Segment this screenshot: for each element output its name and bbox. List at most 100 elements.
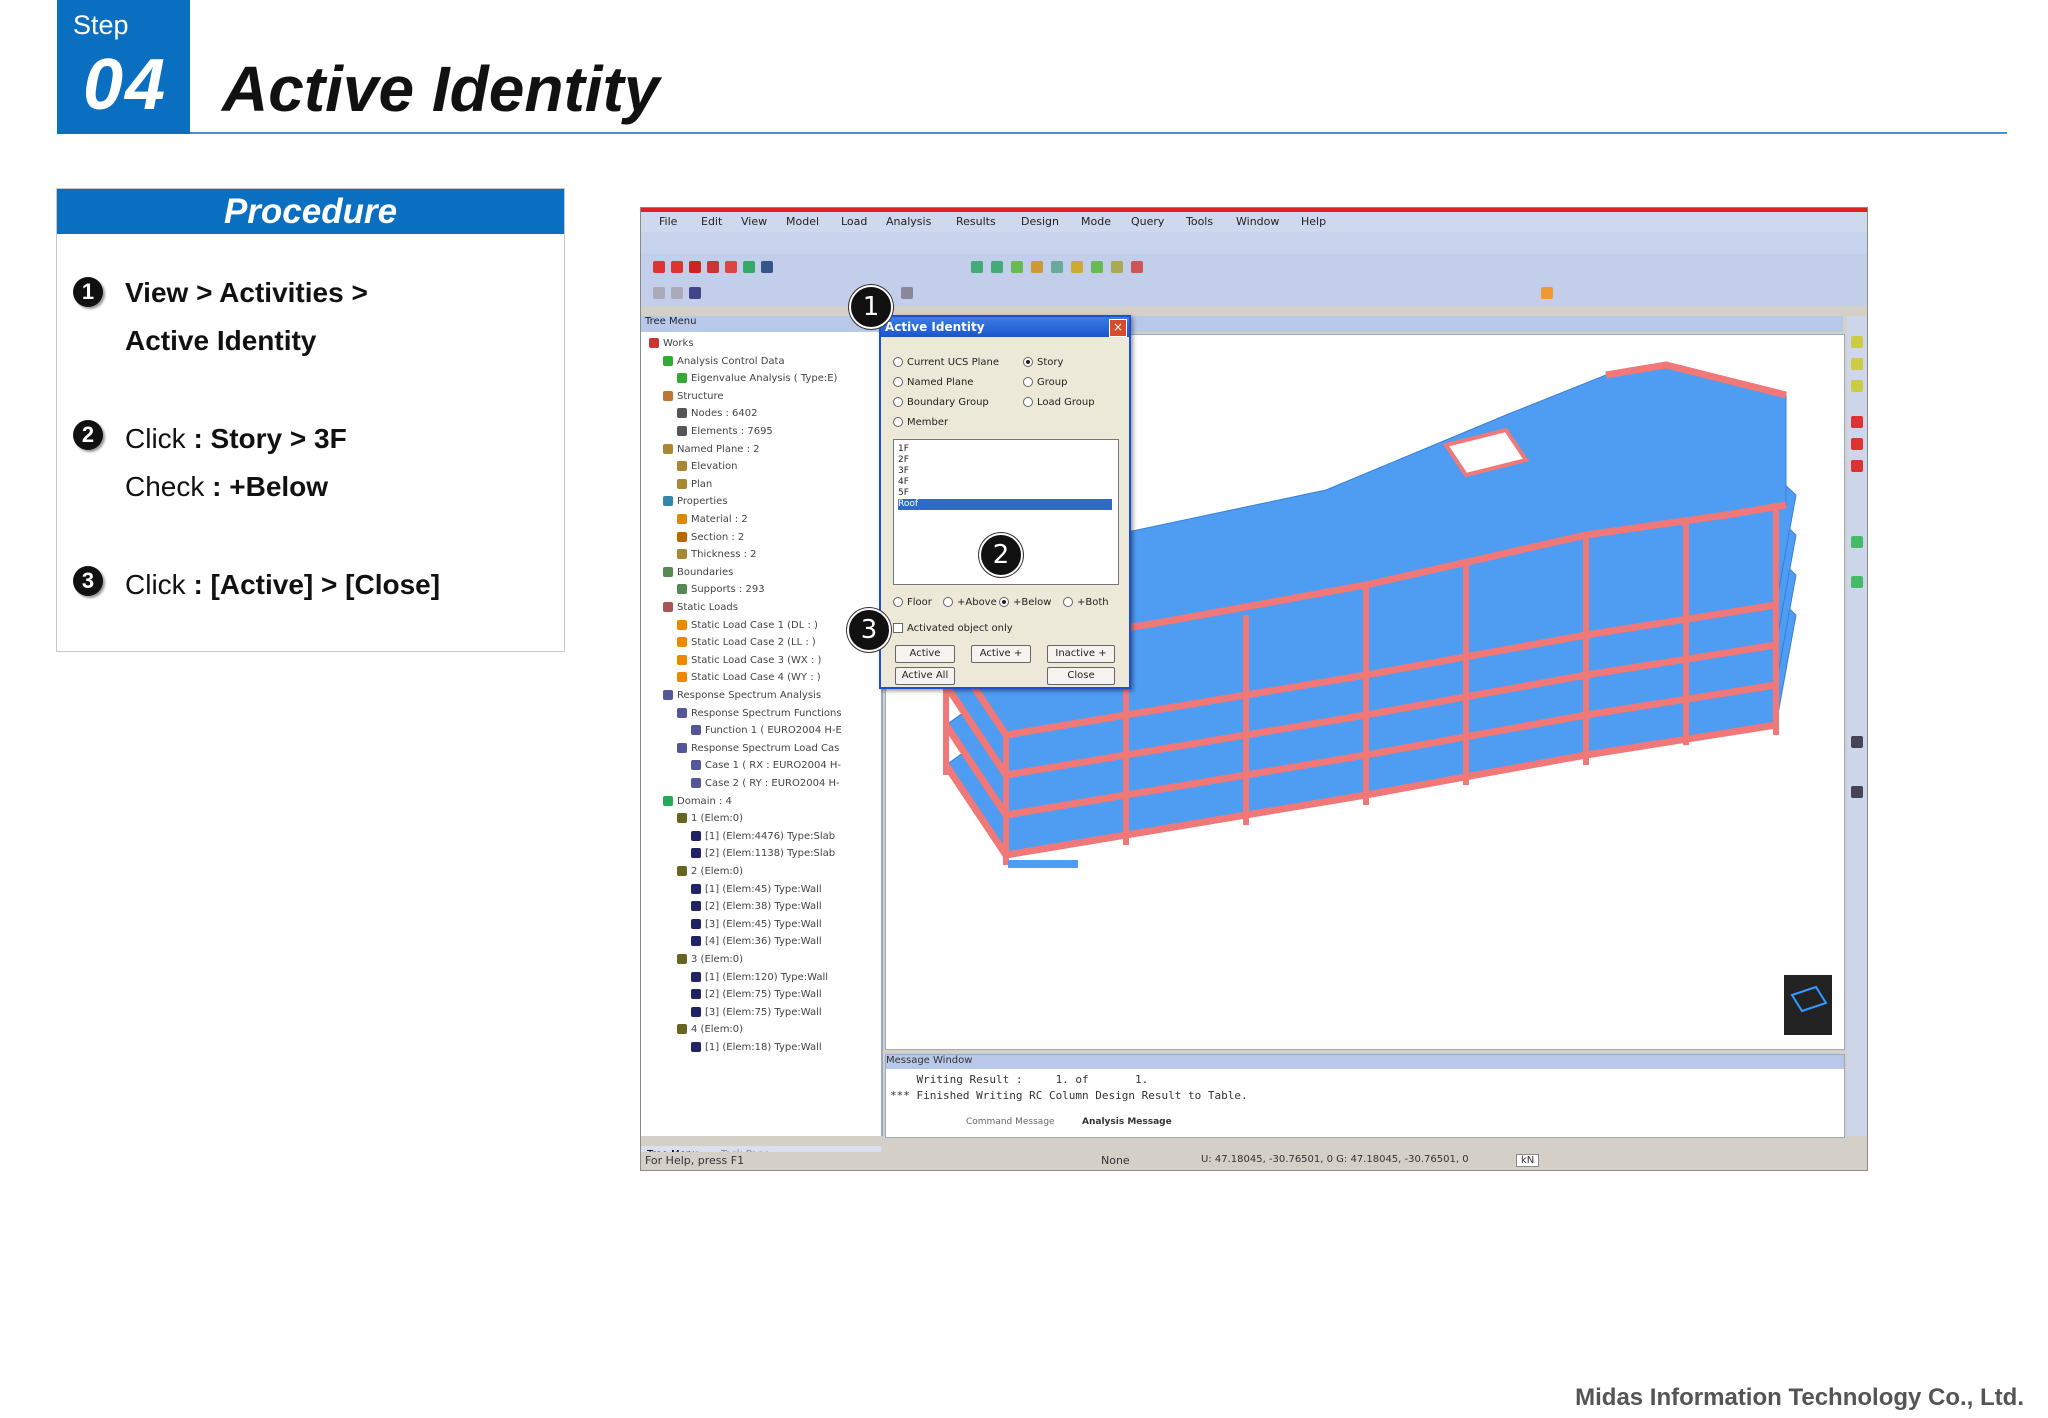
tree-item[interactable]: Elements : 7695	[641, 424, 773, 440]
tree-item[interactable]: Section : 2	[641, 530, 744, 546]
tree-item[interactable]: Function 1 ( EURO2004 H-E	[641, 723, 842, 739]
unit-select[interactable]: kN	[1516, 1154, 1540, 1167]
radio-story[interactable]: Story	[1023, 357, 1063, 368]
menu-help[interactable]: Help	[1301, 215, 1326, 228]
menu-design[interactable]: Design	[1021, 215, 1059, 228]
tree-item[interactable]: [4] (Elem:36) Type:Wall	[641, 934, 822, 950]
radio-both[interactable]: +Both	[1063, 597, 1109, 608]
menu-model[interactable]: Model	[786, 215, 819, 228]
active-plus-button[interactable]: Active +	[971, 645, 1031, 663]
toolbar-icon[interactable]	[901, 287, 913, 299]
toolbar-icon[interactable]	[1851, 380, 1863, 392]
radio-current-ucs-plane[interactable]: Current UCS Plane	[893, 357, 999, 368]
radio-boundary-group[interactable]: Boundary Group	[893, 397, 989, 408]
toolbar-icon[interactable]	[1031, 261, 1043, 273]
menu-mode[interactable]: Mode	[1081, 215, 1111, 228]
tree-item[interactable]: Properties	[641, 494, 728, 510]
menu-view[interactable]: View	[741, 215, 767, 228]
menu-analysis[interactable]: Analysis	[886, 215, 931, 228]
tree-item[interactable]: Static Load Case 4 (WY : )	[641, 670, 821, 686]
active-all-button[interactable]: Active All	[895, 667, 955, 685]
tree-item[interactable]: Domain : 4	[641, 794, 732, 810]
toolbar-icon[interactable]	[991, 261, 1003, 273]
toolbar-icon[interactable]	[1851, 736, 1863, 748]
tree-item[interactable]: [2] (Elem:38) Type:Wall	[641, 899, 822, 915]
toolbar-icon[interactable]	[653, 261, 665, 273]
view-cube[interactable]	[1784, 975, 1832, 1035]
dialog-close-icon[interactable]: ×	[1109, 319, 1127, 337]
tree-item[interactable]: Static Load Case 1 (DL : )	[641, 618, 818, 634]
toolbar-icon[interactable]	[971, 261, 983, 273]
tree-item[interactable]: Thickness : 2	[641, 547, 757, 563]
tree-item[interactable]: [1] (Elem:18) Type:Wall	[641, 1040, 822, 1056]
menu-query[interactable]: Query	[1131, 215, 1164, 228]
tree-item[interactable]: [2] (Elem:1138) Type:Slab	[641, 846, 835, 862]
story-item[interactable]: 3F	[898, 466, 1112, 477]
toolbar-icon[interactable]	[1851, 416, 1863, 428]
close-button[interactable]: Close	[1047, 667, 1115, 685]
tree-item[interactable]: [3] (Elem:75) Type:Wall	[641, 1005, 822, 1021]
tree-item[interactable]: [1] (Elem:45) Type:Wall	[641, 882, 822, 898]
toolbar-icon[interactable]	[1851, 358, 1863, 370]
toolbar-icon[interactable]	[725, 261, 737, 273]
radio-named-plane[interactable]: Named Plane	[893, 377, 973, 388]
tree-item[interactable]: Response Spectrum Functions	[641, 706, 842, 722]
tree-item[interactable]: [2] (Elem:75) Type:Wall	[641, 987, 822, 1003]
toolbar-icon[interactable]	[1851, 536, 1863, 548]
toolbar-icon[interactable]	[1071, 261, 1083, 273]
tree-item[interactable]: 4 (Elem:0)	[641, 1022, 743, 1038]
menu-edit[interactable]: Edit	[701, 215, 722, 228]
tree-item[interactable]: Static Load Case 2 (LL : )	[641, 635, 816, 651]
toolbar-icon[interactable]	[1111, 261, 1123, 273]
radio-member[interactable]: Member	[893, 417, 948, 428]
tree-item[interactable]: [3] (Elem:45) Type:Wall	[641, 917, 822, 933]
toolbar-icon[interactable]	[1851, 460, 1863, 472]
tree-item[interactable]: 3 (Elem:0)	[641, 952, 743, 968]
story-item[interactable]: 2F	[898, 455, 1112, 466]
tree-item[interactable]: [1] (Elem:4476) Type:Slab	[641, 829, 835, 845]
toolbar-icon[interactable]	[689, 261, 701, 273]
tree-item[interactable]: Works	[641, 336, 694, 352]
toolbar-icon[interactable]	[1851, 336, 1863, 348]
active-button[interactable]: Active	[895, 645, 955, 663]
menu-tools[interactable]: Tools	[1186, 215, 1213, 228]
menu-load[interactable]: Load	[841, 215, 867, 228]
toolbar-icon[interactable]	[1091, 261, 1103, 273]
tree-item[interactable]: Nodes : 6402	[641, 406, 757, 422]
checkbox-activated-only[interactable]: Activated object only	[893, 623, 1013, 634]
toolbar-icon[interactable]	[1011, 261, 1023, 273]
tree-item[interactable]: Static Load Case 3 (WX : )	[641, 653, 821, 669]
tree-item[interactable]: Material : 2	[641, 512, 748, 528]
menu-results[interactable]: Results	[956, 215, 996, 228]
tab-analysis-message[interactable]: Analysis Message	[1082, 1117, 1172, 1127]
toolbar-icon[interactable]	[1851, 438, 1863, 450]
tree-item[interactable]: Structure	[641, 389, 724, 405]
toolbar-icon[interactable]	[671, 261, 683, 273]
tree-item[interactable]: Case 1 ( RX : EURO2004 H-	[641, 758, 841, 774]
tree-item[interactable]: 2 (Elem:0)	[641, 864, 743, 880]
tree-item[interactable]: Boundaries	[641, 565, 733, 581]
toolbar-icon[interactable]	[761, 261, 773, 273]
toolbar-icon[interactable]	[1541, 287, 1553, 299]
toolbar-icon[interactable]	[707, 261, 719, 273]
radio-load-group[interactable]: Load Group	[1023, 397, 1095, 408]
story-item[interactable]: 1F	[898, 444, 1112, 455]
story-item-selected[interactable]: Roof	[898, 499, 1112, 510]
radio-below[interactable]: +Below	[999, 597, 1051, 608]
toolbar-icon[interactable]	[743, 261, 755, 273]
radio-floor[interactable]: Floor	[893, 597, 932, 608]
toolbar-icon[interactable]	[671, 287, 683, 299]
toolbar-icon[interactable]	[653, 287, 665, 299]
tree-item[interactable]: Analysis Control Data	[641, 354, 785, 370]
tree-item[interactable]: Response Spectrum Load Cas	[641, 741, 839, 757]
toolbar-icon[interactable]	[1051, 261, 1063, 273]
radio-group[interactable]: Group	[1023, 377, 1067, 388]
toolbar-icon[interactable]	[1851, 576, 1863, 588]
tree-item[interactable]: Static Loads	[641, 600, 738, 616]
tree-item[interactable]: Supports : 293	[641, 582, 765, 598]
menu-window[interactable]: Window	[1236, 215, 1279, 228]
menu-file[interactable]: File	[659, 215, 677, 228]
tree-item[interactable]: Eigenvalue Analysis ( Type:E)	[641, 371, 837, 387]
tree-item[interactable]: Named Plane : 2	[641, 442, 760, 458]
toolbar-icon[interactable]	[1851, 786, 1863, 798]
